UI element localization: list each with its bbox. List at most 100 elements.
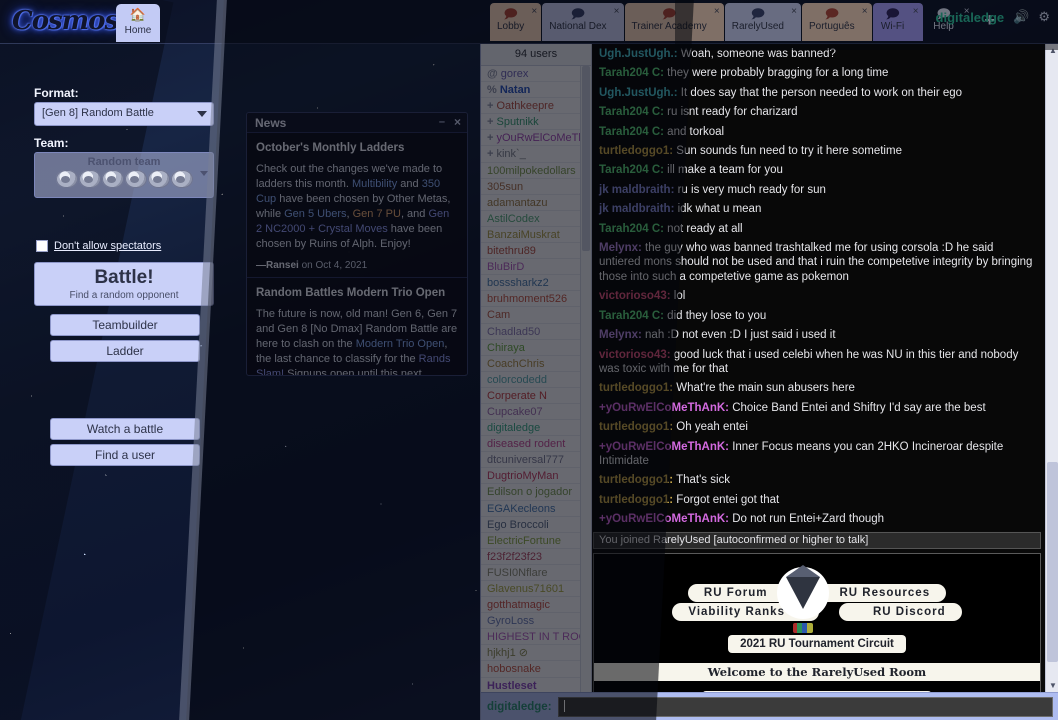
user-list-item[interactable]: AstilCodex	[481, 211, 591, 227]
user-list-item[interactable]: f23f2f23f23	[481, 549, 591, 565]
user-list-item[interactable]: Cupcake07	[481, 404, 591, 421]
speaker-icon[interactable]: 🔊	[1013, 9, 1029, 25]
user-list-item[interactable]: BanzaiMuskrat	[481, 227, 591, 244]
chat-scrollbar[interactable]: ▲ ▼	[1045, 44, 1058, 692]
chat-message-author[interactable]: turtledoggo1:	[599, 421, 673, 433]
user-list-item[interactable]: Cam	[481, 307, 591, 324]
user-list-item[interactable]: Ego Broccoli	[481, 517, 591, 533]
close-icon[interactable]: ×	[531, 6, 537, 17]
user-list-item[interactable]: Chiraya	[481, 340, 591, 356]
chat-message-author[interactable]: jk maldbraith:	[599, 203, 674, 215]
chat-message-author[interactable]: jk maldbraith:	[599, 184, 674, 196]
chat-message-author[interactable]: Melynx:	[599, 329, 642, 341]
chat-message-author[interactable]: victorioso43:	[599, 349, 671, 361]
chat-message-author[interactable]: Tarah204 C:	[599, 126, 664, 138]
user-list-item[interactable]: @ gorex	[481, 66, 591, 83]
chat-message-author[interactable]: turtledoggo1:	[599, 382, 673, 394]
teambuilder-button[interactable]: Teambuilder	[50, 314, 200, 336]
scroll-up-arrow-icon[interactable]: ▲	[1049, 46, 1057, 55]
user-list-item[interactable]: CoachChris	[481, 356, 591, 372]
tournament-circuit-button[interactable]: 2021 RU Tournament Circuit	[728, 635, 906, 653]
user-list-item[interactable]: % Natan	[481, 82, 591, 99]
user-list-scrollbar[interactable]: ▼	[580, 66, 591, 720]
current-username[interactable]: digitaledge	[936, 10, 1005, 25]
ru-resources-button[interactable]: RU Resources	[809, 584, 947, 602]
user-list-item[interactable]: DugtrioMyMan	[481, 468, 591, 485]
chat-message-author[interactable]: turtledoggo1:	[599, 494, 673, 506]
chat-message-author[interactable]: +yOuRwElCoMeThAnK:	[599, 402, 729, 414]
spectators-checkbox[interactable]	[36, 240, 48, 252]
user-list-item[interactable]: gotthatmagic	[481, 597, 591, 614]
user-list-item[interactable]: ElectricFortune	[481, 533, 591, 549]
close-icon[interactable]: ×	[614, 6, 620, 17]
chat-message-author[interactable]: Ugh.JustUgh.:	[599, 87, 678, 99]
user-list-item[interactable]: Chadlad50	[481, 324, 591, 340]
chat-message-author[interactable]: Tarah204 C:	[599, 223, 664, 235]
find-user-button[interactable]: Find a user	[50, 444, 200, 466]
home-tab[interactable]: 🏠 Home	[116, 4, 160, 42]
user-list-item[interactable]: hjkhj1 ⊘	[481, 645, 591, 662]
ru-discord-button[interactable]: RU Discord	[838, 603, 962, 621]
room-tab-lobby[interactable]: 🗩 Lobby ×	[490, 3, 542, 41]
chat-message-author[interactable]: Tarah204 C:	[599, 67, 664, 79]
news-link[interactable]: Gen 7 PU	[353, 208, 401, 220]
user-list-item[interactable]: GyroLoss	[481, 613, 591, 630]
team-select[interactable]: Random team	[34, 152, 214, 198]
chat-message-author[interactable]: +yOuRwElCoMeThAnK:	[599, 441, 729, 453]
user-list-item[interactable]: BluBirD	[481, 259, 591, 276]
news-link[interactable]: Gen 5 Ubers	[284, 208, 346, 220]
user-list-item[interactable]: colorcodedd	[481, 372, 591, 388]
close-icon[interactable]: ×	[913, 6, 919, 17]
user-list-item[interactable]: HIGHEST IN T ROOM	[481, 629, 591, 646]
scroll-down-arrow-icon[interactable]: ▼	[1049, 681, 1057, 690]
chat-input[interactable]	[557, 696, 1053, 717]
scrollbar-thumb[interactable]	[1047, 462, 1058, 662]
news-link[interactable]: Multibility	[352, 178, 397, 190]
room-tab-wi-fi[interactable]: 🗩 Wi-Fi ×	[872, 3, 923, 41]
user-list-item[interactable]: Corperate N	[481, 388, 591, 404]
user-list-item[interactable]: 100milpokedollars	[481, 163, 591, 179]
chat-message-author[interactable]: Melynx:	[599, 242, 642, 254]
user-list-item[interactable]: dtcuniversal777	[481, 452, 591, 469]
chat-message-author[interactable]: +yOuRwElCoMeThAnK:	[599, 513, 729, 525]
chat-message-author[interactable]: Ugh.JustUgh.:	[599, 48, 678, 60]
user-list-item[interactable]: Edilson o jogador	[481, 484, 591, 501]
watch-battle-button[interactable]: Watch a battle	[50, 418, 200, 440]
ladder-button[interactable]: Ladder	[50, 340, 200, 362]
chat-message-author[interactable]: victorioso43:	[599, 290, 671, 302]
room-tab-portugu-s[interactable]: 🗩 Português ×	[801, 3, 872, 41]
battle-button[interactable]: Battle! Find a random opponent	[34, 262, 214, 306]
user-list-item[interactable]: EGAKecleons	[481, 501, 591, 517]
format-select[interactable]: [Gen 8] Random Battle	[34, 102, 214, 126]
user-list-item[interactable]: bosssharkz2	[481, 275, 591, 292]
spectators-checkbox-row[interactable]: Don't allow spectators	[36, 240, 161, 252]
user-list-item[interactable]: bruhmoment526	[481, 291, 591, 308]
user-list[interactable]: 94 users @ gorex% Natan + Oathkeepre + Spu…	[481, 44, 592, 720]
user-list-item[interactable]: diseased rodent	[481, 436, 591, 453]
gear-icon[interactable]: ⚙	[1038, 9, 1050, 25]
user-list-item[interactable]: bitethru89	[481, 243, 591, 260]
close-icon[interactable]: ×	[791, 6, 797, 17]
chat-message-author[interactable]: Tarah204 C:	[599, 310, 664, 322]
user-list-item[interactable]: adamantazu	[481, 195, 591, 211]
user-list-item[interactable]: FUSI0Nflare	[481, 565, 591, 581]
room-tab-trainer-academy[interactable]: 🗩 Trainer Academy ×	[624, 3, 724, 41]
chat-message-author[interactable]: turtledoggo1:	[599, 145, 673, 157]
user-list-item[interactable]: + Sputnikk	[481, 114, 591, 131]
news-link[interactable]: Modern Trio Open	[356, 338, 445, 350]
chat-message-author[interactable]: Tarah204 C:	[599, 106, 664, 118]
room-tab-national-dex[interactable]: 🗩 National Dex ×	[542, 3, 624, 41]
user-list-item[interactable]: 305sun	[481, 179, 591, 195]
chat-message-author[interactable]: Tarah204 C:	[599, 164, 664, 176]
scrollbar-thumb[interactable]	[582, 66, 590, 251]
user-list-item[interactable]: hobosnake	[481, 661, 591, 678]
user-list-item[interactable]: + yOuRwElCoMeThAnK	[481, 130, 591, 147]
close-icon[interactable]: ×	[862, 6, 868, 17]
user-list-item[interactable]: + kink`_	[481, 146, 591, 163]
close-icon[interactable]: ×	[714, 6, 720, 17]
minimize-icon[interactable]: –	[439, 116, 445, 128]
close-icon[interactable]: ×	[454, 115, 461, 129]
chat-message-author[interactable]: turtledoggo1:	[599, 474, 673, 486]
room-tab-rarelyused[interactable]: 🗩 RarelyUsed ×	[724, 3, 801, 41]
user-list-item[interactable]: Glavenus71601	[481, 581, 591, 598]
